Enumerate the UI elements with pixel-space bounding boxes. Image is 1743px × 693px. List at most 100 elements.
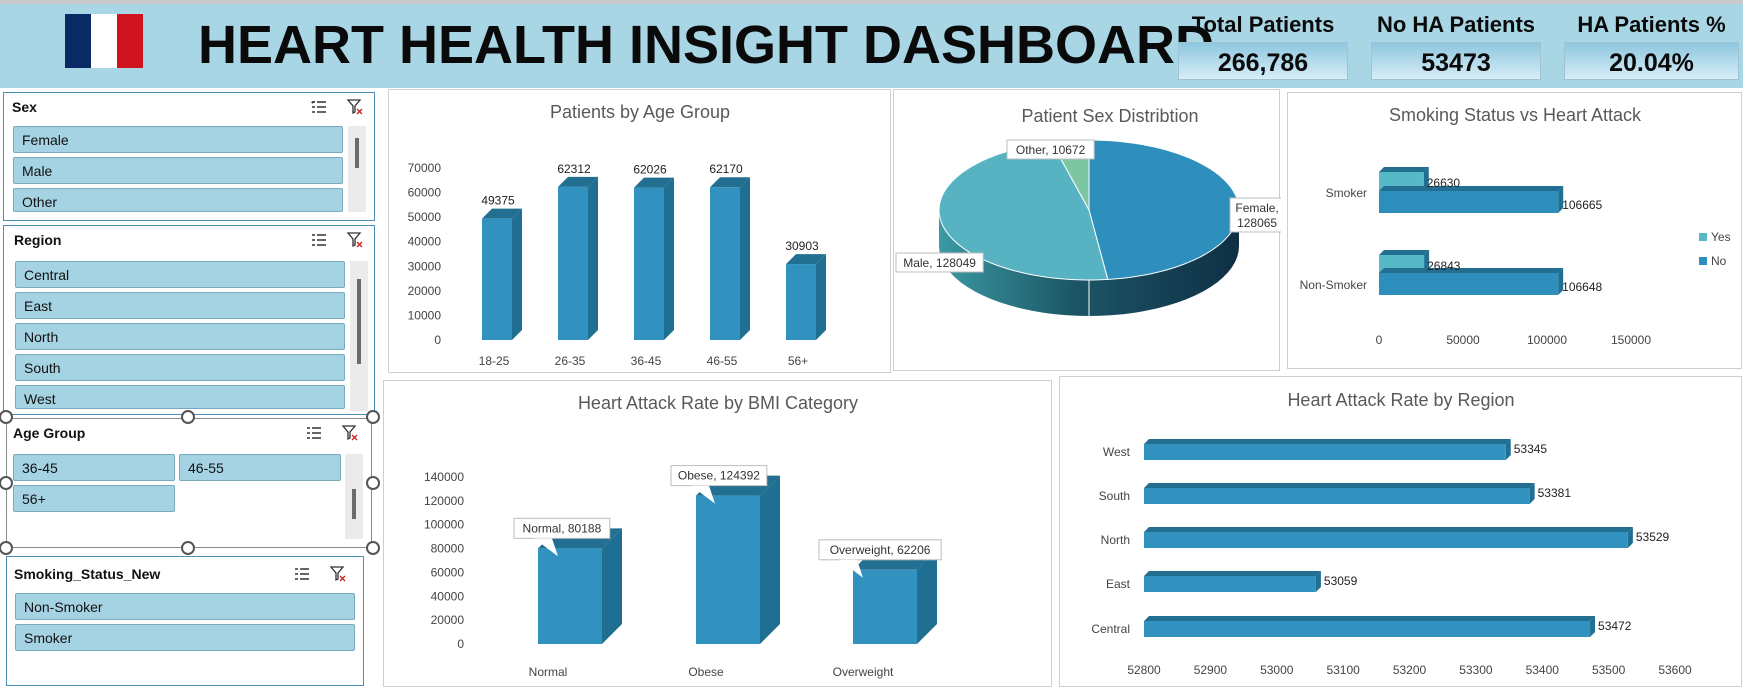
slicer-item-other[interactable]: Other xyxy=(13,188,343,212)
y-tick-label: 30000 xyxy=(408,259,442,273)
x-tick-label: Normal xyxy=(529,665,568,679)
slicer-item-west[interactable]: West xyxy=(15,385,345,409)
x-tick-label: 52900 xyxy=(1194,663,1228,677)
data-label: 49375 xyxy=(481,194,515,208)
y-tick-label: 0 xyxy=(434,333,441,347)
slicer-age-title: Age Group xyxy=(13,425,86,441)
x-tick-label: 150000 xyxy=(1611,333,1651,347)
y-tick-label: 100000 xyxy=(424,518,464,532)
chart-age-group[interactable]: Patients by Age Group 0 10000 20000 30000 40… xyxy=(388,89,891,373)
legend-label: No xyxy=(1711,254,1727,268)
kpi-total-label: Total Patients xyxy=(1191,12,1335,37)
clear-filter-icon[interactable] xyxy=(346,98,364,121)
y-tick-label: 0 xyxy=(457,637,464,651)
slicer-item-46-55[interactable]: 46-55 xyxy=(179,454,341,481)
bar xyxy=(1144,571,1321,592)
chart-title: Heart Attack Rate by Region xyxy=(1287,390,1514,410)
y-tick-label: 80000 xyxy=(431,542,465,556)
x-tick-label: 52800 xyxy=(1127,663,1161,677)
bar xyxy=(634,177,674,340)
x-tick-label: 100000 xyxy=(1527,333,1567,347)
resize-handle[interactable] xyxy=(366,476,380,490)
data-label: Normal, 80188 xyxy=(523,521,602,535)
chart-region[interactable]: Heart Attack Rate by Region 52800 52900 53… xyxy=(1059,376,1742,687)
bar xyxy=(696,475,780,644)
bar xyxy=(482,208,522,340)
y-tick-label: 20000 xyxy=(408,284,442,298)
slicer-item-east[interactable]: East xyxy=(15,292,345,319)
x-tick-label: 56+ xyxy=(788,354,808,368)
slicer-item-non-smoker[interactable]: Non-Smoker xyxy=(15,593,355,620)
slicer-region[interactable]: Region Central East North South West xyxy=(3,225,375,415)
x-tick-label: 53400 xyxy=(1526,663,1560,677)
slicer-smoking-title: Smoking_Status_New xyxy=(14,566,161,582)
bar-no xyxy=(1379,186,1564,213)
slicer-item-south[interactable]: South xyxy=(15,354,345,381)
slicer-scrollbar[interactable] xyxy=(350,261,368,411)
kpi-no-ha-label: No HA Patients xyxy=(1376,12,1536,37)
slicer-smoking[interactable]: Smoking_Status_New Non-Smoker Smoker xyxy=(6,556,364,686)
resize-handle[interactable] xyxy=(181,541,195,555)
slicer-scrollbar[interactable] xyxy=(345,454,363,539)
chart-smoking-svg: Smoking Status vs Heart Attack 0 50000 100… xyxy=(1300,105,1731,347)
clear-filter-icon[interactable] xyxy=(341,424,359,447)
resize-handle[interactable] xyxy=(0,541,13,555)
chart-sex-svg: Patient Sex Distribtion Other, 10672 Fema… xyxy=(895,106,1285,316)
slicer-item-36-45[interactable]: 36-45 xyxy=(13,454,175,481)
data-label: 53529 xyxy=(1636,530,1670,544)
multi-select-icon[interactable] xyxy=(310,231,328,254)
x-tick-label: 53300 xyxy=(1459,663,1493,677)
y-tick-label: 10000 xyxy=(408,308,442,322)
data-label: Female, xyxy=(1235,201,1278,215)
chart-title: Patient Sex Distribtion xyxy=(1021,106,1198,126)
chart-smoking[interactable]: Smoking Status vs Heart Attack 0 50000 100… xyxy=(1287,92,1742,369)
chart-sex-distribution[interactable]: Patient Sex Distribtion Other, 10672 Fema… xyxy=(893,89,1285,371)
multi-select-icon[interactable] xyxy=(305,424,323,447)
x-tick-label: 46-55 xyxy=(707,354,738,368)
multi-select-icon[interactable] xyxy=(310,98,328,121)
data-label: 26630 xyxy=(1427,176,1461,190)
slicer-scrollbar[interactable] xyxy=(348,126,366,212)
slicer-sex[interactable]: Sex Female Male Other xyxy=(3,92,375,221)
legend-swatch-no xyxy=(1699,257,1707,265)
x-tick-label: 53100 xyxy=(1326,663,1360,677)
resize-handle[interactable] xyxy=(181,410,195,424)
slicer-item-male[interactable]: Male xyxy=(13,157,343,184)
chart-bmi-svg: Heart Attack Rate by BMI Category 0 20000… xyxy=(424,393,942,679)
clear-filter-icon[interactable] xyxy=(346,231,364,254)
multi-select-icon[interactable] xyxy=(293,565,311,588)
slicer-item-central[interactable]: Central xyxy=(15,261,345,288)
france-flag-icon xyxy=(65,14,143,68)
x-tick-label: 26-35 xyxy=(555,354,586,368)
data-label: 62170 xyxy=(709,162,743,176)
slicer-item-female[interactable]: Female xyxy=(13,126,343,153)
bar xyxy=(1144,616,1596,637)
slicer-item-smoker[interactable]: Smoker xyxy=(15,624,355,651)
chart-title: Smoking Status vs Heart Attack xyxy=(1389,105,1642,125)
data-label: 53472 xyxy=(1598,619,1632,633)
slicer-age-group[interactable]: Age Group 36-45 46-55 56+ xyxy=(6,418,372,548)
data-label: Male, 128049 xyxy=(903,256,976,270)
chart-bmi[interactable]: Heart Attack Rate by BMI Category 0 20000… xyxy=(383,380,1052,687)
slicer-item-north[interactable]: North xyxy=(15,323,345,350)
x-tick-label: Overweight xyxy=(833,665,894,679)
y-tick-label: North xyxy=(1101,533,1130,547)
data-label: 53381 xyxy=(1538,486,1572,500)
y-tick-label: West xyxy=(1103,445,1131,459)
resize-handle[interactable] xyxy=(366,410,380,424)
data-label: 62312 xyxy=(557,162,591,176)
slicer-item-56-plus[interactable]: 56+ xyxy=(13,485,175,512)
kpi-no-ha-value: 53473 xyxy=(1371,42,1541,80)
chart-region-svg: Heart Attack Rate by Region 52800 52900 53… xyxy=(1091,390,1692,677)
kpi-ha-pct-label: HA Patients % xyxy=(1577,12,1726,37)
resize-handle[interactable] xyxy=(366,541,380,555)
data-label: 53059 xyxy=(1324,574,1358,588)
y-tick-label: 140000 xyxy=(424,470,464,484)
x-tick-label: 0 xyxy=(1376,333,1383,347)
y-tick-label: 70000 xyxy=(408,161,442,175)
bar xyxy=(1144,527,1633,548)
legend-label: Yes xyxy=(1711,230,1731,244)
dashboard-title: HEART HEALTH INSIGHT DASHBOARD xyxy=(198,15,1214,75)
x-tick-label: 50000 xyxy=(1446,333,1480,347)
clear-filter-icon[interactable] xyxy=(329,565,347,588)
